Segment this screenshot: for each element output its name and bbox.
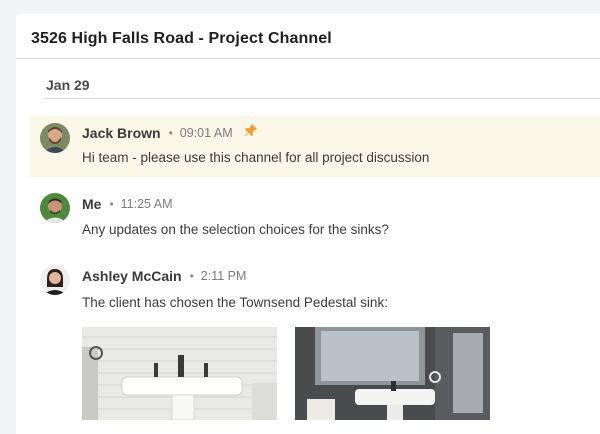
title-divider [16,58,600,59]
message-timestamp: 09:01 AM [179,125,233,140]
message-author[interactable]: Jack Brown [82,125,161,141]
pin-icon[interactable] [244,123,258,142]
sink-photo-grey-bath[interactable] [295,327,490,420]
sink-photo-white-tile[interactable] [82,327,277,420]
meta-separator: • [168,125,173,140]
date-divider-label: Jan 29 [46,77,90,93]
channel-panel: 3526 High Falls Road - Project Channel J… [16,14,600,434]
meta-separator: • [189,269,194,283]
message-text: Any updates on the selection choices for… [82,222,389,237]
message-timestamp: 11:25 AM [120,197,173,211]
message-author[interactable]: Ashley McCain [82,268,182,284]
message-text: Hi team - please use this channel for al… [82,150,430,165]
message-text: The client has chosen the Townsend Pedes… [82,295,388,310]
message-author[interactable]: Me [82,196,101,212]
message-item[interactable]: Me • 11:25 AM Any updates on the selecti… [30,190,600,250]
channel-title: 3526 High Falls Road - Project Channel [31,30,332,47]
message-timestamp: 2:11 PM [200,269,247,283]
date-divider-line [44,98,600,99]
avatar[interactable] [40,265,70,295]
message-item-pinned[interactable]: Jack Brown • 09:01 AM Hi team - please u… [30,116,600,177]
avatar[interactable] [40,193,70,223]
avatar[interactable] [40,123,70,153]
meta-separator: • [109,197,114,211]
